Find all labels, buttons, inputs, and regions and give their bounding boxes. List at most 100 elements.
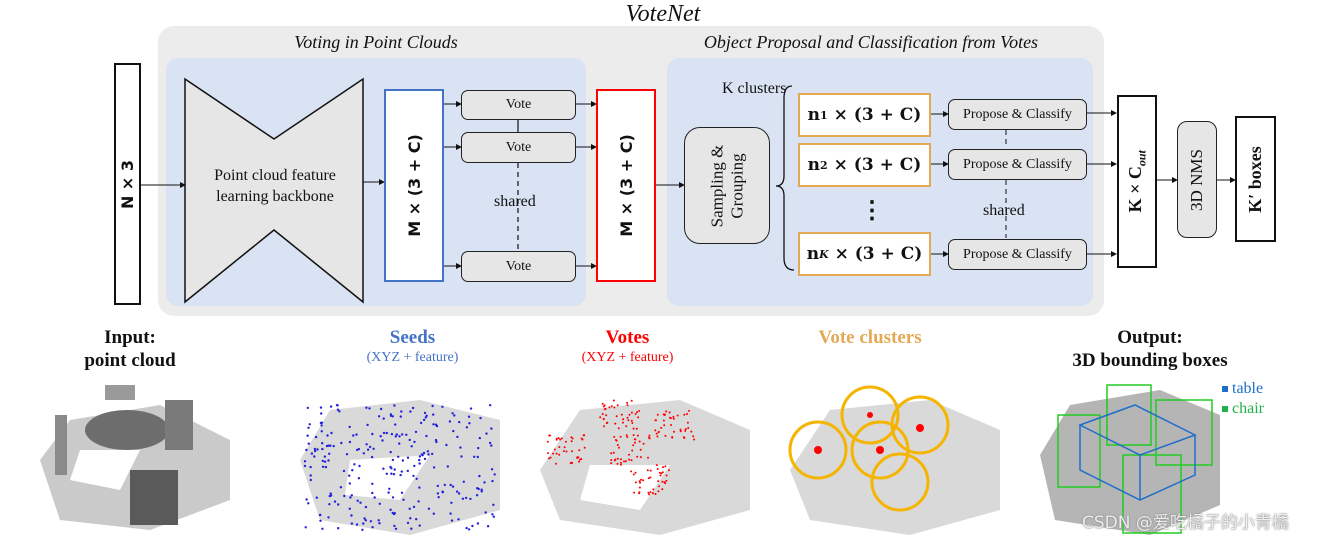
vote-point [617, 427, 620, 430]
seed-point [489, 404, 492, 407]
vote-point [654, 493, 657, 495]
seed-point [394, 527, 398, 530]
vote-point [656, 413, 659, 416]
seed-point [321, 447, 324, 451]
seed-point [478, 436, 481, 440]
seed-point [348, 482, 351, 485]
vote-point [649, 469, 652, 472]
vote-point [610, 459, 613, 461]
caption-input-line1: Input: [104, 327, 156, 348]
seed-point [467, 415, 471, 418]
seed-point [400, 410, 403, 413]
seed-point [345, 453, 349, 456]
seed-point [391, 511, 394, 515]
vote-point [599, 416, 602, 419]
seed-point [339, 486, 343, 489]
sampling-label-line1: Sampling & [707, 144, 726, 227]
seed-point [392, 473, 396, 476]
seed-point [423, 411, 427, 415]
vote-point [623, 460, 625, 463]
vote-point [661, 471, 664, 474]
seed-point [377, 415, 381, 418]
seed-point [328, 503, 331, 506]
vote-point [601, 413, 604, 415]
vote-point [559, 438, 562, 441]
vote-point [616, 404, 619, 407]
vote-point [682, 436, 685, 439]
vote-point [658, 485, 660, 488]
seed-point [452, 429, 455, 433]
vote-point [549, 456, 552, 459]
seed-point [427, 453, 430, 456]
vote-point [548, 434, 551, 437]
seed-point [327, 459, 330, 462]
legend-table-swatch [1222, 386, 1228, 392]
seed-point [448, 420, 452, 423]
vote-point [683, 413, 686, 416]
vote-point [636, 455, 639, 458]
vote-point [565, 450, 568, 453]
vote-point [638, 491, 641, 494]
vote-point [634, 413, 637, 415]
vote-point [603, 404, 606, 407]
backbone-label-line1: Point cloud feature [214, 167, 336, 184]
seed-point [458, 420, 461, 424]
cluster-2-dims: × (3 + C) [827, 155, 922, 175]
vote-point [660, 426, 663, 429]
vote-point [632, 427, 635, 430]
seed-point [355, 523, 359, 526]
seed-point [353, 463, 356, 466]
vote-point [642, 479, 645, 482]
seed-point [465, 426, 469, 429]
seed-point [366, 448, 370, 451]
seed-point [479, 416, 482, 420]
seed-point [418, 462, 421, 465]
seed-point [388, 487, 391, 490]
seed-point [461, 497, 465, 500]
vote-point [608, 406, 611, 409]
seed-point [410, 445, 413, 448]
vote-point [622, 418, 625, 421]
seed-point [432, 423, 435, 426]
vote-point [562, 450, 565, 453]
cluster-1-sub: 1 [820, 108, 828, 122]
cluster-box-2: n2 × (3 + C) [798, 143, 931, 187]
vote-point [555, 452, 558, 455]
vote-point [658, 471, 661, 474]
seed-point [459, 446, 462, 449]
seed-point [306, 406, 309, 410]
seed-point [393, 468, 396, 471]
vote-point [639, 448, 642, 451]
seed-point [478, 474, 481, 478]
seed-point [389, 465, 392, 469]
seed-point [349, 496, 352, 499]
vote-point [630, 459, 633, 462]
nms-label: 3D NMS [1187, 148, 1206, 211]
vote-point [659, 474, 662, 477]
seed-point [418, 486, 421, 489]
seed-point [390, 472, 393, 475]
seed-point [394, 435, 397, 438]
output-tensor-main: K × C [1124, 166, 1145, 213]
seed-point [389, 414, 393, 417]
vote-point [684, 428, 687, 431]
vote-point [612, 451, 615, 454]
seed-point [366, 423, 369, 427]
final-boxes-label: K′ boxes [1245, 145, 1266, 213]
cluster-1-n: n [807, 105, 821, 125]
vote-point [664, 482, 667, 485]
vote-point [614, 458, 617, 461]
k-clusters-label: K clusters [722, 80, 787, 97]
caption-input-line2: point cloud [84, 350, 176, 371]
seed-point [364, 519, 367, 522]
seed-point [493, 473, 496, 476]
vote-point [638, 410, 641, 412]
vote-point [583, 446, 586, 449]
vote-point [647, 436, 650, 439]
vote-point [605, 422, 608, 425]
propose-shared-label: shared [983, 202, 1025, 219]
vote-point [668, 411, 671, 414]
seed-point [313, 447, 317, 451]
vote-point [649, 491, 652, 494]
seed-point [319, 406, 323, 409]
